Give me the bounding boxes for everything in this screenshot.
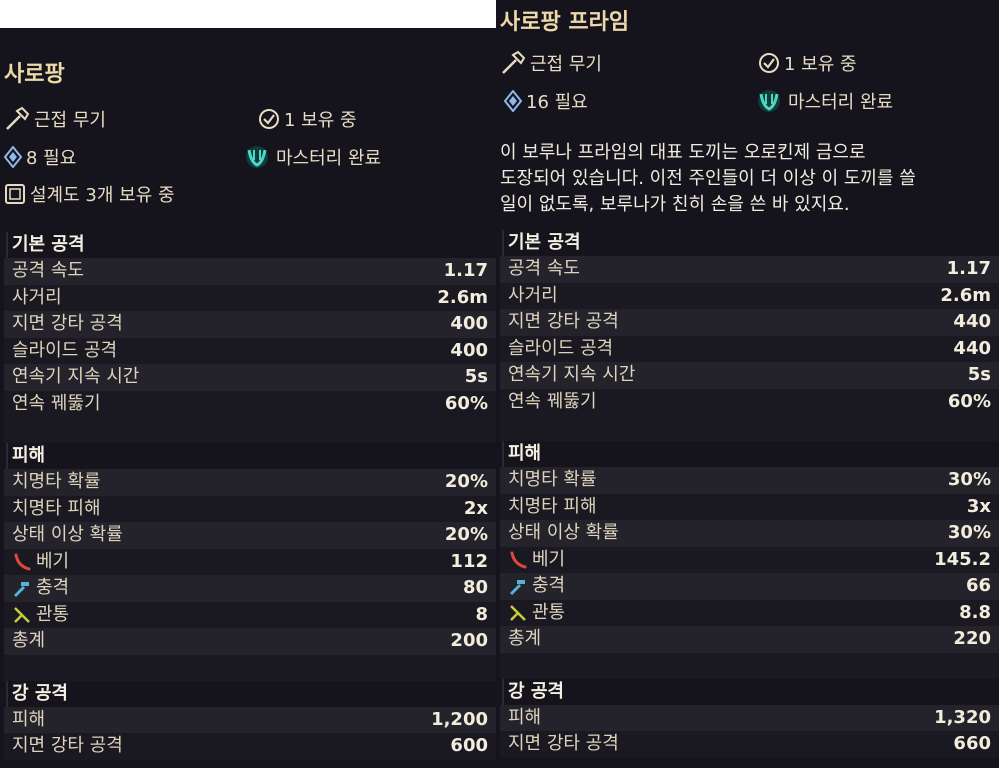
- stat-row: 총계 200: [4, 628, 496, 655]
- section-spacer: [500, 415, 999, 441]
- stat-row: 연속기 지속 시간 5s: [4, 364, 496, 391]
- section-heavy-attack: 강 공격 피해 1,320 지면 강타 공격 660: [500, 679, 999, 758]
- item-description: 이 보루나 프라임의 대표 도끼는 오로킨제 금으로 도장되어 있습니다. 이전…: [500, 142, 916, 215]
- impact-icon: [13, 582, 29, 598]
- section-basic-attack: 기본 공격 공격 속도 1.17 사거리 2.6m 지면 강타 공격 440 슬라이드…: [500, 230, 999, 441]
- stat-row: 치명타 확률 30%: [500, 467, 999, 494]
- stat-row: 사거리 2.6m: [500, 282, 999, 309]
- mastery-rank-icon: [4, 146, 22, 168]
- item-title: 사로팡 프라임: [500, 10, 630, 35]
- section-title: 기본 공격: [12, 234, 85, 255]
- check-circle-icon: [759, 53, 779, 73]
- stat-row: 사거리 2.6m: [4, 284, 496, 311]
- mastery-status-label: 마스터리 완료: [276, 148, 382, 169]
- section-title: 기본 공격: [508, 232, 581, 253]
- stat-row: 지면 강타 공격 600: [4, 733, 496, 760]
- stat-row: 관통 8: [4, 601, 496, 628]
- stat-row: 공격 속도 1.17: [500, 256, 999, 283]
- stat-row: 피해 1,320: [500, 704, 999, 731]
- mastery-complete-icon: [758, 90, 780, 112]
- melee-weapon-icon: [502, 50, 526, 74]
- stat-row: 연속 꿰뚫기 60%: [4, 390, 496, 417]
- mastery-requirement-label: 8 필요: [26, 148, 77, 169]
- stat-row: 연속기 지속 시간 5s: [500, 362, 999, 389]
- puncture-icon: [14, 606, 30, 623]
- puncture-icon: [510, 604, 526, 621]
- weapon-type-label: 근접 무기: [530, 54, 602, 75]
- owned-label: 1 보유 중: [784, 54, 857, 75]
- mastery-status-label: 마스터리 완료: [788, 92, 894, 113]
- stat-row: 치명타 확률 20%: [4, 469, 496, 496]
- item-panel-saropang-prime: 사로팡 프라임 근접 무기 1 보유 중 16 필요 마스터리 완료 이 보루나…: [496, 0, 999, 768]
- section-spacer: [4, 417, 496, 443]
- stats-table: 기본 공격 공격 속도 1.17 사거리 2.6m 지면 강타 공격 440 슬라이드…: [500, 230, 999, 758]
- mastery-status: 마스터리 완료: [754, 88, 893, 114]
- stat-row: 지면 강타 공격 660: [500, 731, 999, 758]
- stat-row: 치명타 피해 3x: [500, 493, 999, 520]
- impact-icon: [509, 580, 525, 596]
- stat-row: 연속 꿰뚫기 60%: [500, 388, 999, 415]
- mastery-status: 마스터리 완료: [242, 144, 381, 170]
- stat-row: 피해 1,200: [4, 706, 496, 733]
- melee-weapon-icon: [6, 106, 30, 130]
- stat-row: 관통 8.8: [500, 599, 999, 626]
- stat-row: 베기 112: [4, 548, 496, 575]
- stat-row: 지면 강타 공격 400: [4, 311, 496, 338]
- stat-row: 공격 속도 1.17: [4, 258, 496, 285]
- section-damage: 피해 치명타 확률 20% 치명타 피해 2x 상태 이상 확률 20% 베기 112 …: [4, 443, 496, 681]
- weapon-type-label: 근접 무기: [34, 110, 106, 131]
- blueprint-status: 설계도 3개 보유 중: [4, 181, 175, 207]
- slash-icon: [510, 551, 527, 569]
- blueprint-label: 설계도 3개 보유 중: [30, 185, 175, 206]
- section-damage: 피해 치명타 확률 30% 치명타 피해 3x 상태 이상 확률 30% 베기 145.…: [500, 441, 999, 679]
- stat-row: 상태 이상 확률 30%: [500, 520, 999, 547]
- stat-row: 충격 66: [500, 573, 999, 600]
- stats-table: 기본 공격 공격 속도 1.17 사거리 2.6m 지면 강타 공격 400 슬라이드…: [4, 232, 496, 760]
- mastery-complete-icon: [246, 146, 268, 168]
- section-heavy-attack: 강 공격 피해 1,200 지면 강타 공격 600: [4, 681, 496, 760]
- owned-label: 1 보유 중: [284, 110, 357, 131]
- stat-row: 베기 145.2: [500, 546, 999, 573]
- stat-row: 충격 80: [4, 575, 496, 602]
- weapon-type: 근접 무기: [500, 50, 602, 76]
- stat-row: 지면 강타 공격 440: [500, 309, 999, 336]
- section-title: 피해: [12, 445, 46, 466]
- mastery-rank-icon: [504, 90, 522, 112]
- stat-row: 치명타 피해 2x: [4, 495, 496, 522]
- mastery-requirement-label: 16 필요: [526, 92, 588, 113]
- stat-row: 상태 이상 확률 20%: [4, 522, 496, 549]
- check-circle-icon: [259, 109, 279, 129]
- section-title: 강 공격: [508, 680, 564, 702]
- blueprint-icon: [5, 184, 25, 204]
- item-title: 사로팡: [4, 62, 65, 87]
- section-basic-attack: 기본 공격 공격 속도 1.17 사거리 2.6m 지면 강타 공격 400 슬라이드…: [4, 232, 496, 443]
- stat-row: 슬라이드 공격 440: [500, 335, 999, 362]
- section-title: 피해: [508, 443, 542, 464]
- top-white-area: [0, 0, 496, 28]
- mastery-requirement: 16 필요: [504, 88, 588, 114]
- weapon-type: 근접 무기: [4, 106, 106, 132]
- section-title: 강 공격: [12, 682, 68, 704]
- owned-status: 1 보유 중: [758, 50, 857, 76]
- section-spacer: [500, 652, 999, 679]
- section-spacer: [4, 654, 496, 681]
- owned-status: 1 보유 중: [258, 106, 357, 132]
- stat-row: 총계 220: [500, 626, 999, 653]
- slash-icon: [14, 553, 31, 571]
- stat-row: 슬라이드 공격 400: [4, 337, 496, 364]
- mastery-requirement: 8 필요: [4, 144, 76, 170]
- item-panel-saropang: 사로팡 근접 무기 1 보유 중 8 필요 마스터리 완료 설계도 3개 보유 …: [0, 28, 496, 768]
